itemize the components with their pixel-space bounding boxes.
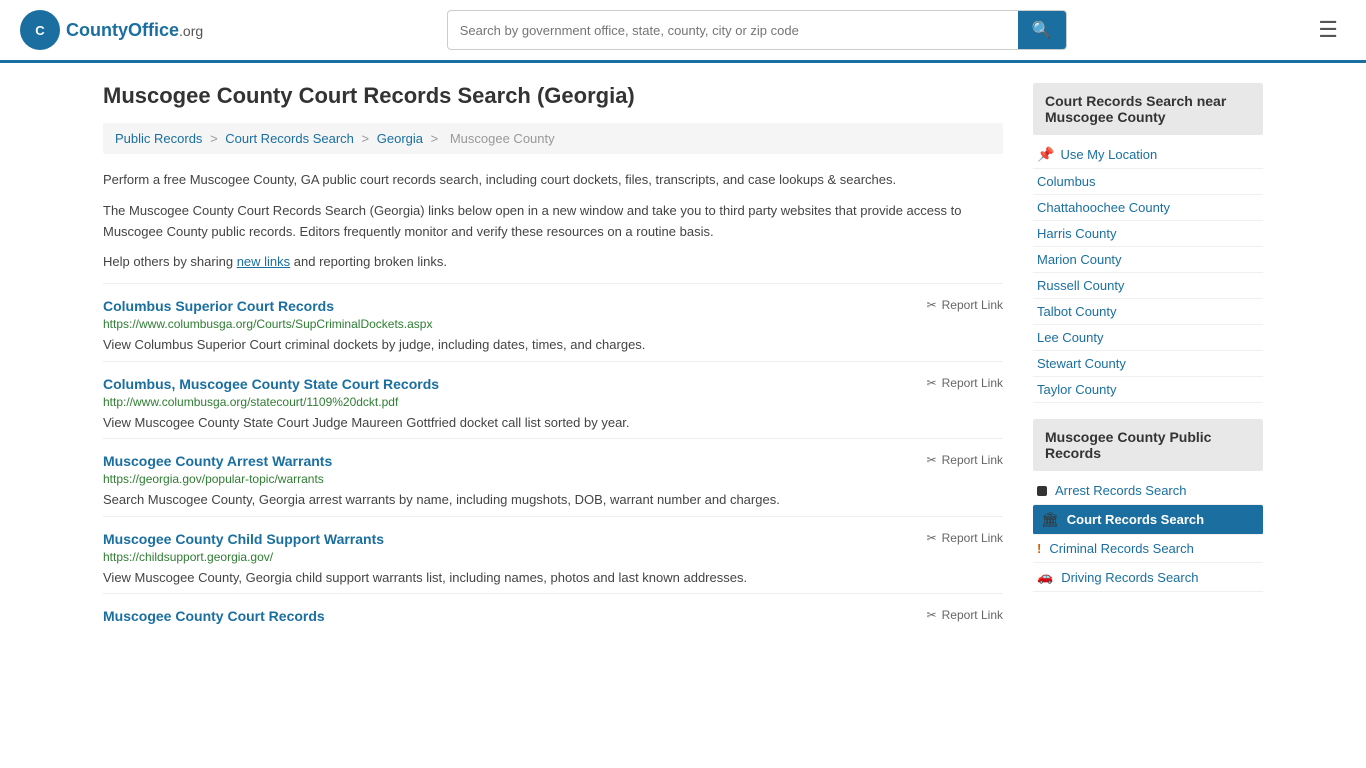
content: Muscogee County Court Records Search (Ge… [103,83,1003,633]
record-item: Muscogee County Court Records ✂ Report L… [103,593,1003,633]
scissors-icon: ✂ [927,531,937,545]
svg-text:C: C [35,23,45,38]
hamburger-icon: ☰ [1318,17,1338,42]
record-desc: View Columbus Superior Court criminal do… [103,335,1003,355]
record-desc: View Muscogee County, Georgia child supp… [103,568,1003,588]
description-p2: The Muscogee County Court Records Search… [103,201,1003,243]
building-icon: 🏛 [1041,511,1059,528]
public-records-header: Muscogee County Public Records [1033,419,1263,471]
page-title: Muscogee County Court Records Search (Ge… [103,83,1003,109]
list-item-active: 🏛 Court Records Search [1033,505,1263,535]
record-title[interactable]: Columbus, Muscogee County State Court Re… [103,376,439,392]
nearby-link[interactable]: Harris County [1037,226,1116,241]
record-title[interactable]: Columbus Superior Court Records [103,298,334,314]
list-item: Columbus [1033,169,1263,195]
list-item: Taylor County [1033,377,1263,403]
nearby-link[interactable]: Marion County [1037,252,1122,267]
court-records-link[interactable]: Court Records Search [1067,512,1204,527]
use-my-location-link[interactable]: Use My Location [1060,147,1157,162]
breadcrumb-current: Muscogee County [450,131,555,146]
list-item: 🚗 Driving Records Search [1033,563,1263,592]
list-item: Talbot County [1033,299,1263,325]
list-item: Harris County [1033,221,1263,247]
description-p1: Perform a free Muscogee County, GA publi… [103,170,1003,191]
record-header: Muscogee County Arrest Warrants ✂ Report… [103,453,1003,472]
arrest-records-link[interactable]: Arrest Records Search [1055,483,1187,498]
search-area: 🔍 [447,10,1067,50]
driving-records-link[interactable]: Driving Records Search [1061,570,1198,585]
scissors-icon: ✂ [927,608,937,622]
record-desc: Search Muscogee County, Georgia arrest w… [103,490,1003,510]
menu-button[interactable]: ☰ [1310,13,1346,47]
breadcrumb-court-records[interactable]: Court Records Search [225,131,354,146]
record-header: Columbus, Muscogee County State Court Re… [103,376,1003,395]
record-item: Columbus Superior Court Records ✂ Report… [103,283,1003,361]
description-p3: Help others by sharing new links and rep… [103,252,1003,273]
car-icon: 🚗 [1037,569,1053,585]
list-item: Stewart County [1033,351,1263,377]
list-item: Russell County [1033,273,1263,299]
scissors-icon: ✂ [927,453,937,467]
nearby-links-list: 📌 Use My Location Columbus Chattahoochee… [1033,141,1263,403]
list-item: Arrest Records Search [1033,477,1263,505]
nearby-link[interactable]: Talbot County [1037,304,1117,319]
nearby-link[interactable]: Taylor County [1037,382,1116,397]
scissors-icon: ✂ [927,298,937,312]
record-title[interactable]: Muscogee County Child Support Warrants [103,531,384,547]
square-icon [1037,486,1047,496]
logo-icon: C [20,10,60,50]
list-item: Marion County [1033,247,1263,273]
logo-area: C CountyOffice.org [20,10,203,50]
location-icon: 📌 [1037,146,1054,163]
record-item: Columbus, Muscogee County State Court Re… [103,361,1003,439]
record-item: Muscogee County Child Support Warrants ✂… [103,516,1003,594]
record-url: https://georgia.gov/popular-topic/warran… [103,472,1003,486]
breadcrumb-public-records[interactable]: Public Records [115,131,202,146]
nearby-link[interactable]: Chattahoochee County [1037,200,1170,215]
record-desc: View Muscogee County State Court Judge M… [103,413,1003,433]
logo-text: CountyOffice.org [66,20,203,41]
report-link-button[interactable]: ✂ Report Link [927,298,1003,312]
search-icon: 🔍 [1032,22,1052,39]
list-item: Chattahoochee County [1033,195,1263,221]
record-header: Muscogee County Court Records ✂ Report L… [103,608,1003,627]
search-input[interactable] [448,15,1018,46]
sidebar: Court Records Search near Muscogee Count… [1033,83,1263,633]
breadcrumb: Public Records > Court Records Search > … [103,123,1003,154]
nearby-link[interactable]: Stewart County [1037,356,1126,371]
public-records-list: Arrest Records Search 🏛 Court Records Se… [1033,477,1263,592]
report-link-button[interactable]: ✂ Report Link [927,531,1003,545]
criminal-records-link[interactable]: Criminal Records Search [1049,541,1194,556]
list-item: Lee County [1033,325,1263,351]
record-title[interactable]: Muscogee County Arrest Warrants [103,453,332,469]
record-item: Muscogee County Arrest Warrants ✂ Report… [103,438,1003,516]
report-link-button[interactable]: ✂ Report Link [927,608,1003,622]
list-item: 📌 Use My Location [1033,141,1263,169]
report-link-button[interactable]: ✂ Report Link [927,376,1003,390]
nearby-link[interactable]: Columbus [1037,174,1096,189]
new-links-link[interactable]: new links [237,254,290,269]
breadcrumb-georgia[interactable]: Georgia [377,131,423,146]
main-wrapper: Muscogee County Court Records Search (Ge… [83,63,1283,653]
record-url: https://www.columbusga.org/Courts/SupCri… [103,317,1003,331]
record-header: Muscogee County Child Support Warrants ✂… [103,531,1003,550]
exclamation-icon: ! [1037,541,1041,556]
record-url: https://childsupport.georgia.gov/ [103,550,1003,564]
header: C CountyOffice.org 🔍 ☰ [0,0,1366,63]
scissors-icon: ✂ [927,376,937,390]
nearby-link[interactable]: Lee County [1037,330,1104,345]
report-link-button[interactable]: ✂ Report Link [927,453,1003,467]
record-header: Columbus Superior Court Records ✂ Report… [103,298,1003,317]
record-url: http://www.columbusga.org/statecourt/110… [103,395,1003,409]
record-title[interactable]: Muscogee County Court Records [103,608,325,624]
list-item: ! Criminal Records Search [1033,535,1263,563]
search-button[interactable]: 🔍 [1018,11,1066,49]
nearby-link[interactable]: Russell County [1037,278,1124,293]
nearby-header: Court Records Search near Muscogee Count… [1033,83,1263,135]
